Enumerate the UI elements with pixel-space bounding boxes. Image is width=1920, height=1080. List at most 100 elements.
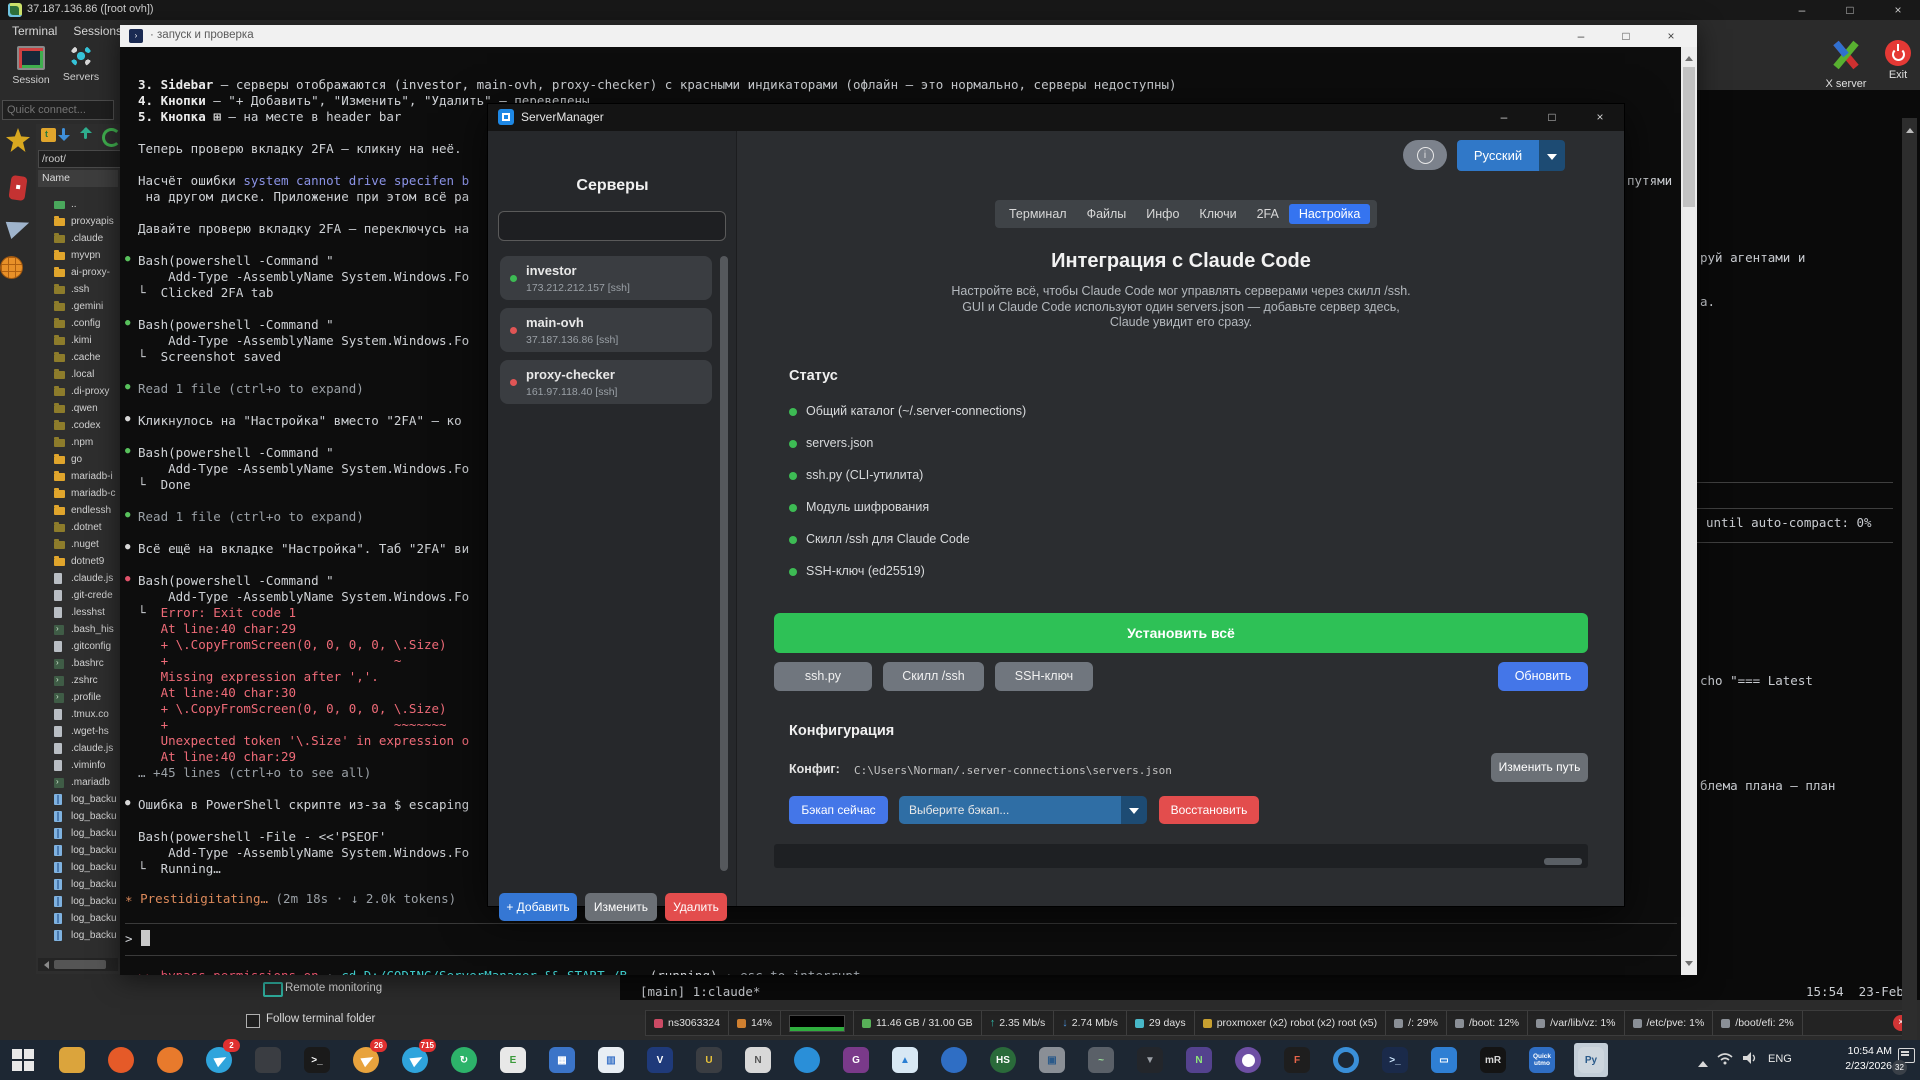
add-server-button[interactable]: + Добавить [499,893,577,921]
change-path-button[interactable]: Изменить путь [1491,753,1588,782]
taskbar-command-prompt[interactable]: >_ [300,1043,334,1077]
send-plane-icon[interactable] [6,215,32,239]
taskbar-spyder-python[interactable]: Py [1574,1043,1608,1077]
backup-now-button[interactable]: Бэкап сейчас [789,796,888,824]
taskbar-calculator[interactable]: ▦ [545,1043,579,1077]
taskbar-sync-app[interactable]: ↻ [447,1043,481,1077]
taskbar-figma[interactable]: F [1280,1043,1314,1077]
start-button[interactable] [12,1049,34,1071]
refresh-button[interactable]: Обновить [1498,662,1588,691]
taskbar-quick-utmo[interactable]: Quick utmo [1525,1043,1559,1077]
speaker-icon[interactable] [1742,1051,1758,1065]
taskbar-app-ring[interactable] [1329,1043,1363,1077]
servermanager-minimize-button[interactable]: – [1488,108,1520,127]
install-component-button[interactable]: Скилл /ssh [883,662,984,691]
delete-server-button[interactable]: Удалить [665,893,727,921]
scrollbar-thumb[interactable] [1683,67,1695,207]
backup-select-dropdown[interactable]: Выберите бэкап... [899,796,1147,824]
install-component-button[interactable]: ssh.py [774,662,872,691]
language-dropdown[interactable]: Русский [1457,140,1565,171]
taskbar-app-dark-figure[interactable] [251,1043,285,1077]
tab-ключи[interactable]: Ключи [1189,204,1246,224]
quick-connect-input[interactable] [2,100,114,120]
taskbar-app-v[interactable]: V [643,1043,677,1077]
log-scrollbar-thumb[interactable] [1544,858,1582,865]
edit-server-button[interactable]: Изменить [585,893,657,921]
server-item-main-ovh[interactable]: main-ovh37.187.136.86 [ssh] [500,308,712,352]
taskbar-app-hs[interactable]: HS [986,1043,1020,1077]
taskbar-neovim[interactable]: N [1182,1043,1216,1077]
taskbar-firefox-browser[interactable] [153,1043,187,1077]
sftp-name-column-header[interactable]: Name [38,170,118,187]
taskbar-file-explorer[interactable] [55,1043,89,1077]
taskbar-app-funnel[interactable]: ▼ [1133,1043,1167,1077]
install-all-button[interactable]: Установить всё [774,613,1588,653]
taskbar-telegram-alt[interactable]: 715 [398,1043,432,1077]
taskbar-telegram-workspace[interactable]: 26 [349,1043,383,1077]
tray-chevron-up-icon[interactable] [1698,1056,1708,1067]
server-search-input[interactable] [498,211,726,241]
tab-2fa[interactable]: 2FA [1247,204,1289,224]
taskbar-brave-browser[interactable] [104,1043,138,1077]
terminal-scrollbar[interactable] [1681,47,1697,975]
terminal-close-button[interactable]: × [1654,27,1688,45]
x-server-button[interactable]: X server [1818,40,1874,90]
taskbar-github-desktop[interactable] [1231,1043,1265,1077]
tab-настройка[interactable]: Настройка [1289,204,1371,224]
taskbar-photos[interactable]: ▲ [888,1043,922,1077]
restore-button[interactable]: Восстановить [1159,796,1259,824]
menu-sessions[interactable]: Sessions [69,20,126,42]
upload-icon[interactable] [84,128,87,139]
taskbar-telegram[interactable]: 2 [202,1043,236,1077]
taskbar-remote-desktop[interactable]: ▭ [1427,1043,1461,1077]
scroll-up-icon[interactable] [1685,52,1693,61]
taskbar-app-mr[interactable]: mR [1476,1043,1510,1077]
server-item-investor[interactable]: investor173.212.212.157 [ssh] [500,256,712,300]
scroll-down-icon[interactable] [1685,961,1693,970]
language-indicator[interactable]: ENG [1768,1053,1792,1065]
server-item-proxy-checker[interactable]: proxy-checker161.97.118.40 [ssh] [500,360,712,404]
toolbar-servers-button[interactable]: Servers [58,44,104,106]
taskbar-user-accounts[interactable]: U [692,1043,726,1077]
terminal-maximize-button[interactable]: □ [1609,27,1643,45]
menu-terminal[interactable]: Terminal [8,20,61,42]
tab-инфо[interactable]: Инфо [1136,204,1189,224]
taskbar-system-monitor[interactable]: ~ [1084,1043,1118,1077]
sftp-horizontal-scrollbar[interactable] [38,958,118,971]
taskbar-app-blue-bird[interactable] [790,1043,824,1077]
mobaxterm-minimize-button[interactable]: – [1787,2,1817,18]
checkbox-icon[interactable] [246,1014,260,1028]
servermanager-maximize-button[interactable]: □ [1536,108,1568,127]
terminal-minimize-button[interactable]: – [1564,27,1598,45]
scrollbar-thumb[interactable] [54,960,106,969]
tools-knife-icon[interactable] [8,175,27,201]
server-list-scrollbar[interactable] [720,256,728,871]
tab-файлы[interactable]: Файлы [1077,204,1137,224]
folder-up-icon[interactable] [41,128,56,142]
servermanager-close-button[interactable]: × [1584,108,1616,127]
mobaxterm-close-button[interactable]: × [1883,2,1913,18]
background-terminal-scrollbar[interactable] [1902,118,1917,1070]
tab-терминал[interactable]: Терминал [999,204,1077,224]
tray-clock[interactable]: 10:54 AM 2/23/2026 [1800,1044,1892,1074]
scroll-left-icon[interactable] [40,961,49,969]
taskbar-mobaxterm[interactable]: ▣ [1035,1043,1069,1077]
web-globe-icon[interactable] [0,256,23,279]
exit-button[interactable]: Exit [1876,40,1920,81]
refresh-icon[interactable] [102,128,121,147]
taskbar-text-editor[interactable]: E [496,1043,530,1077]
install-component-button[interactable]: SSH-ключ [995,662,1093,691]
sftp-path-field[interactable]: /root/ [38,150,121,168]
mobaxterm-maximize-button[interactable]: □ [1835,2,1865,18]
scroll-up-icon[interactable] [1906,124,1914,133]
wifi-icon[interactable] [1716,1051,1734,1065]
taskbar-app-g[interactable]: G [839,1043,873,1077]
taskbar-powershell[interactable]: >_ [1378,1043,1412,1077]
taskbar-notepad[interactable]: N [741,1043,775,1077]
download-icon[interactable] [62,128,65,139]
taskbar-journal-app[interactable]: ▥ [594,1043,628,1077]
taskbar-app-blue[interactable] [937,1043,971,1077]
info-button[interactable]: i [1403,140,1447,170]
favorites-star-icon[interactable] [6,128,30,152]
toolbar-session-button[interactable]: Session [8,44,54,106]
